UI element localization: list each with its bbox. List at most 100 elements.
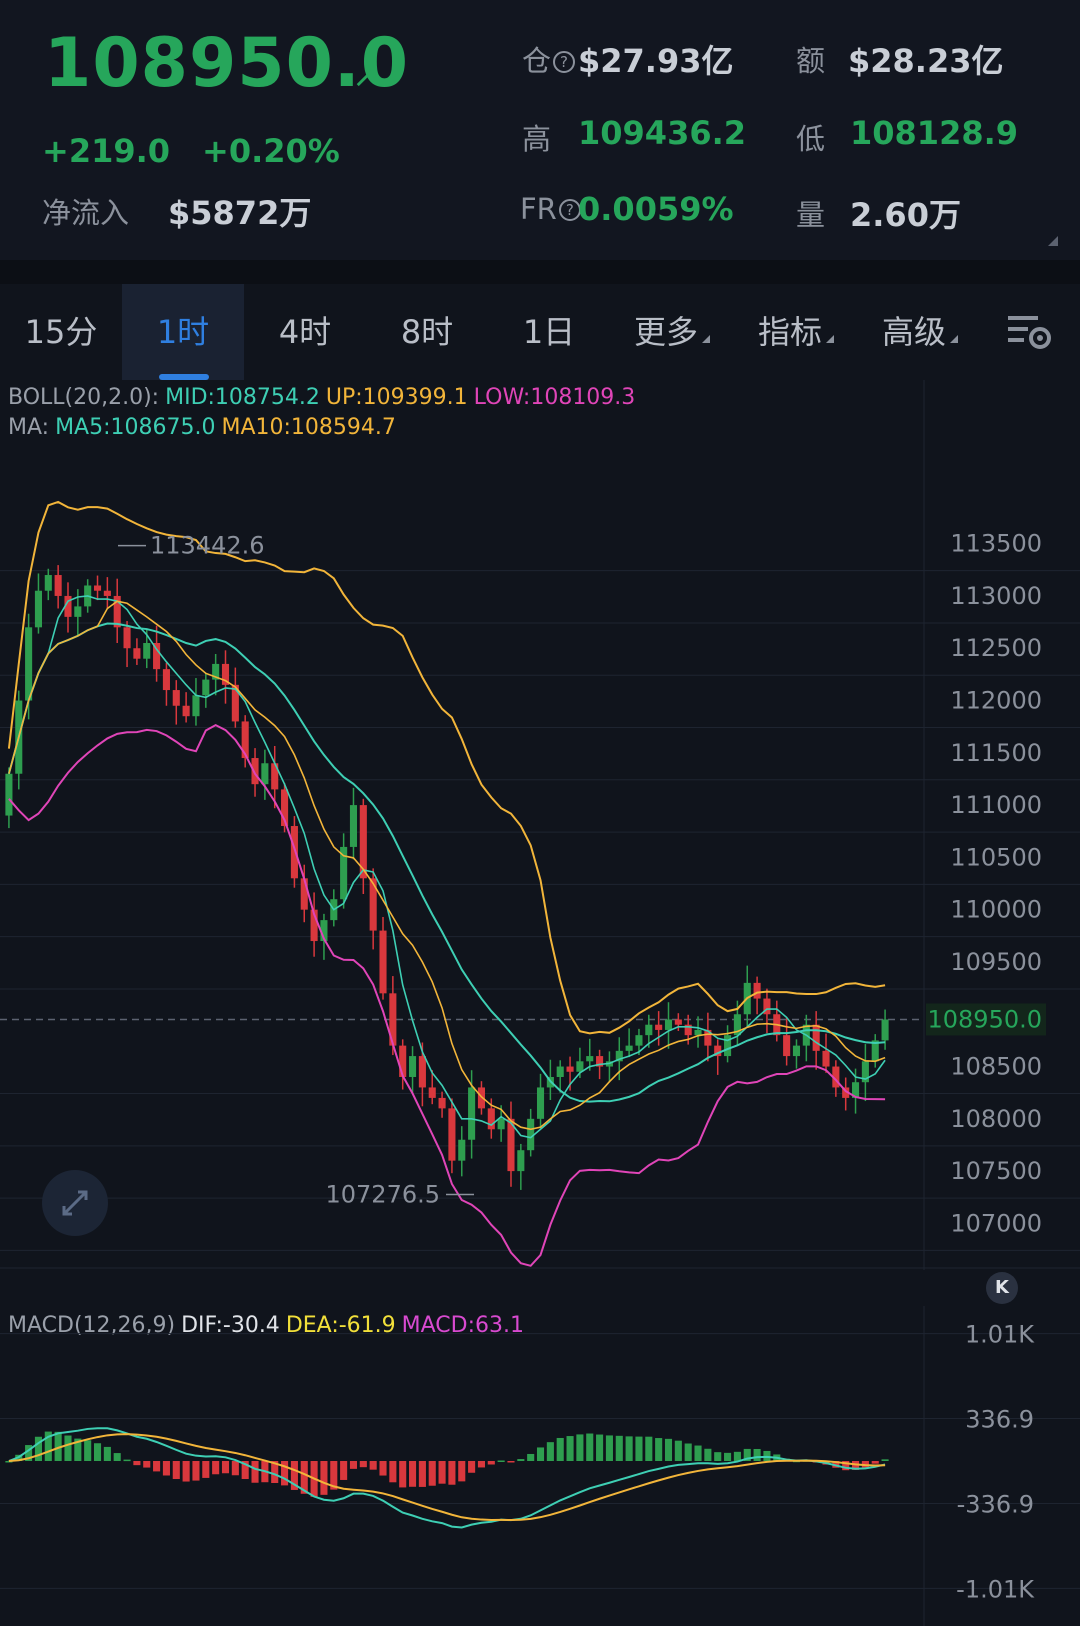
candle-body	[674, 1019, 682, 1025]
macd-histogram-bar	[674, 1440, 682, 1461]
volume-value: 2.60万	[850, 196, 961, 234]
tab-4h[interactable]: 4时	[244, 284, 366, 380]
y-tick-label: 1.01K	[965, 1321, 1035, 1349]
macd-histogram-bar	[192, 1461, 200, 1481]
last-price-label: 108950.0	[927, 1005, 1042, 1033]
candle-body	[399, 1045, 407, 1077]
candle-body	[448, 1108, 456, 1161]
tab-indicators[interactable]: 指标	[734, 284, 858, 380]
candle-body	[635, 1035, 643, 1046]
high-value: 109436.2	[578, 114, 747, 152]
tab-more[interactable]: 更多	[610, 284, 734, 380]
price-change: +219.0	[42, 132, 171, 170]
y-tick-label: 112000	[950, 687, 1042, 715]
net-inflow-value: $5872万	[168, 194, 312, 232]
high-annotation: 113442.6	[150, 532, 265, 560]
candle-body	[625, 1045, 633, 1051]
macd-histogram-bar	[349, 1461, 358, 1469]
y-tick-label: 111000	[950, 791, 1042, 819]
x-tick-label: 8月30	[353, 1267, 423, 1270]
y-tick-label: 336.9	[965, 1406, 1034, 1434]
candle-body	[34, 590, 42, 628]
macd-histogram-bar	[694, 1445, 702, 1461]
macd-histogram-bar	[556, 1437, 564, 1461]
candle-body	[497, 1118, 505, 1130]
macd-histogram-bar	[704, 1448, 712, 1461]
funding-rate-label[interactable]: FR?	[520, 192, 581, 226]
macd-histogram-bar	[527, 1453, 535, 1461]
candle-body	[517, 1150, 525, 1172]
macd-histogram-bar	[123, 1459, 131, 1462]
macd-histogram-bar	[409, 1461, 417, 1487]
macd-histogram-bar	[84, 1440, 92, 1461]
y-tick-label: 113500	[950, 530, 1042, 558]
macd-histogram-bar	[635, 1436, 643, 1461]
candle-body	[409, 1056, 417, 1077]
candle-body	[251, 758, 259, 785]
x-tick-label: 9月	[858, 1267, 897, 1270]
candle-body	[822, 1050, 830, 1067]
candle-body	[103, 590, 111, 596]
turnover-label: 额	[796, 44, 826, 78]
candle-body	[25, 627, 33, 701]
low-value: 108128.9	[850, 114, 1019, 152]
macd-histogram-bar	[645, 1436, 653, 1461]
candle-body	[143, 643, 151, 659]
chart-settings-icon[interactable]	[1006, 312, 1054, 352]
candle-body	[645, 1024, 653, 1036]
section-divider	[0, 260, 1080, 284]
tab-8h[interactable]: 8时	[366, 284, 488, 380]
candle-body	[664, 1019, 673, 1030]
macd-histogram-bar	[664, 1438, 673, 1461]
candle-body	[783, 1035, 791, 1057]
macd-histogram-bar	[133, 1461, 141, 1466]
scroll-to-latest-button[interactable]: K	[986, 1272, 1018, 1304]
tab-15m[interactable]: 15分	[0, 284, 122, 380]
candle-body	[418, 1056, 426, 1088]
macd-histogram-bar	[93, 1443, 102, 1461]
tab-advanced[interactable]: 高级	[858, 284, 982, 380]
macd-histogram-bar	[596, 1434, 604, 1461]
candle-body	[881, 1019, 889, 1041]
candle-body	[379, 930, 387, 994]
macd-histogram-bar	[605, 1435, 613, 1461]
tab-1d[interactable]: 1日	[488, 284, 610, 380]
macd-histogram-bar	[103, 1446, 111, 1461]
low-label: 低	[796, 122, 826, 156]
macd-histogram-bar	[576, 1434, 584, 1461]
price-trend-icon: ↗	[352, 56, 381, 96]
fullscreen-button[interactable]	[42, 1170, 108, 1236]
macd-histogram-bar	[724, 1452, 732, 1461]
macd-histogram-bar	[162, 1461, 170, 1476]
candle-body	[369, 878, 377, 931]
tab-1h[interactable]: 1时	[122, 284, 244, 380]
dropdown-caret-icon	[950, 335, 958, 343]
candle-body	[74, 606, 82, 617]
ticker-header: 108950.0 ↗ +219.0 +0.20% 净流入 $5872万 仓? $…	[0, 0, 1080, 260]
macd-histogram-bar	[655, 1438, 663, 1461]
y-tick-label: 110500	[950, 843, 1042, 871]
candlestick-chart[interactable]: 113500 113000 112500 112000 111500 111000 1105…	[0, 380, 1080, 1270]
expand-corner-icon[interactable]	[1048, 236, 1058, 246]
ma5-line	[8, 595, 886, 1139]
candle-body	[44, 575, 52, 591]
macd-histogram-bar	[389, 1461, 397, 1483]
high-label: 高	[522, 122, 552, 156]
y-tick-label: -1.01K	[956, 1575, 1035, 1603]
candle-body	[261, 763, 269, 785]
macd-histogram-bar	[231, 1461, 239, 1476]
candle-body	[792, 1045, 801, 1057]
candle-body	[172, 690, 180, 706]
help-icon[interactable]: ?	[553, 51, 576, 73]
macd-histogram-bar	[536, 1447, 545, 1461]
bollinger-upper-line	[7, 500, 886, 1035]
open-interest-label[interactable]: 仓?	[522, 38, 576, 80]
dropdown-caret-icon	[702, 335, 710, 343]
macd-histogram-bar	[458, 1461, 466, 1482]
candle-body	[123, 627, 131, 649]
macd-histogram-bar	[153, 1461, 161, 1472]
candle-body	[162, 669, 170, 691]
low-annotation: 107276.5	[325, 1180, 440, 1208]
candle-body	[468, 1087, 476, 1140]
expand-icon	[62, 1190, 88, 1216]
